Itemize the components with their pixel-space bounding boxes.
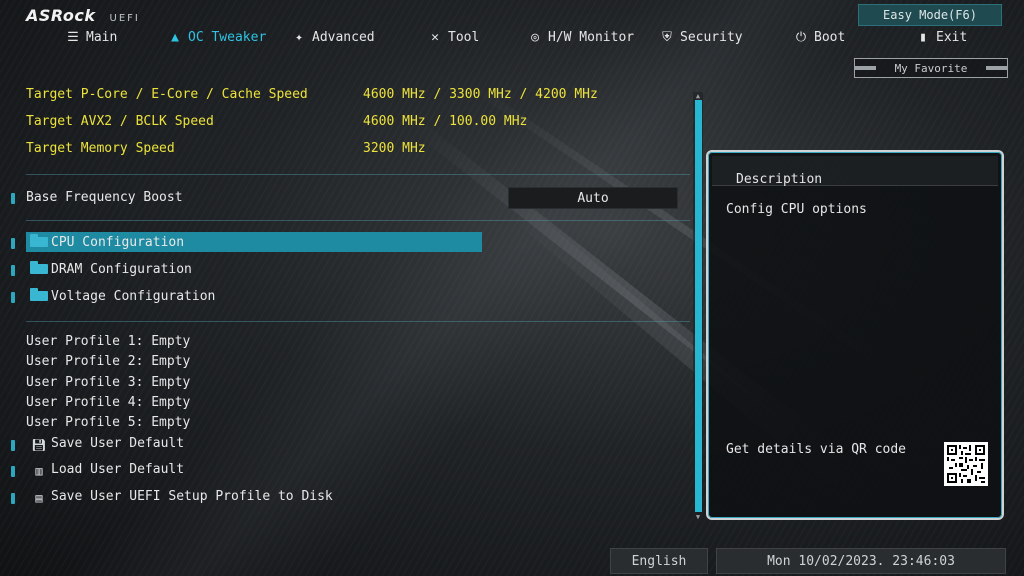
target-core-speed-value: 4600 MHz / 3300 MHz / 4200 MHz bbox=[363, 87, 598, 102]
tab-security[interactable]: ⛨ Security bbox=[660, 30, 743, 45]
tab-label: Exit bbox=[936, 30, 968, 45]
item-marker bbox=[11, 466, 15, 477]
separator bbox=[26, 174, 690, 175]
scrollbar-thumb[interactable] bbox=[695, 100, 702, 512]
separator bbox=[26, 321, 690, 322]
voltage-configuration-item[interactable]: Voltage Configuration bbox=[30, 288, 215, 304]
top-nav: ☰ Main ▲ OC Tweaker ✦ Advanced ✕ Tool ◎ … bbox=[0, 30, 1024, 52]
rocket-icon: ▲ bbox=[171, 29, 179, 45]
date-time-display: Mon 10/02/2023. 23:46:03 bbox=[716, 548, 1006, 574]
description-body: Config CPU options bbox=[726, 202, 867, 217]
item-marker bbox=[11, 493, 15, 504]
item-marker bbox=[11, 193, 15, 204]
dram-configuration-label: DRAM Configuration bbox=[51, 262, 192, 277]
folder-icon bbox=[30, 288, 48, 301]
qr-code-graphic bbox=[947, 445, 985, 483]
item-marker bbox=[11, 292, 15, 303]
folder-icon bbox=[30, 261, 48, 274]
qr-code-caption: Get details via QR code bbox=[726, 442, 907, 457]
my-favorite-button[interactable]: My Favorite bbox=[854, 58, 1008, 78]
user-profile-2: User Profile 2: Empty bbox=[26, 354, 191, 369]
voltage-configuration-label: Voltage Configuration bbox=[51, 289, 216, 304]
brand-name: ASRock bbox=[26, 6, 96, 25]
power-icon: ⏻ bbox=[795, 29, 807, 45]
language-button[interactable]: English bbox=[610, 548, 708, 574]
cpu-configuration-label: CPU Configuration bbox=[51, 235, 185, 250]
target-avx2-label: Target AVX2 / BCLK Speed bbox=[26, 114, 214, 129]
user-profile-1: User Profile 1: Empty bbox=[26, 334, 191, 349]
asrock-logo: ASRock UEFI bbox=[26, 6, 140, 25]
user-profile-4: User Profile 4: Empty bbox=[26, 395, 191, 410]
tab-boot[interactable]: ⏻ Boot bbox=[794, 30, 845, 45]
base-frequency-boost-select[interactable]: Auto bbox=[508, 187, 678, 209]
disk-save-icon: ▤ bbox=[35, 491, 43, 505]
tools-icon: ✕ bbox=[431, 29, 439, 45]
qr-code-image bbox=[944, 442, 988, 486]
favorite-tab-left bbox=[854, 66, 876, 70]
favorite-tab-right bbox=[986, 66, 1008, 70]
description-panel: Description Config CPU options Get detai… bbox=[706, 150, 1004, 520]
tab-label: Advanced bbox=[312, 30, 375, 45]
tab-label: Boot bbox=[814, 30, 846, 45]
tab-main[interactable]: ☰ Main bbox=[66, 30, 117, 45]
easy-mode-button[interactable]: Easy Mode(F6) bbox=[858, 4, 1002, 26]
dram-configuration-item[interactable]: DRAM Configuration bbox=[30, 261, 192, 277]
base-frequency-boost-label[interactable]: Base Frequency Boost bbox=[26, 190, 183, 205]
product-name: UEFI bbox=[109, 13, 140, 24]
tab-label: Security bbox=[680, 30, 743, 45]
cpu-configuration-item[interactable]: CPU Configuration bbox=[30, 234, 184, 250]
folder-icon bbox=[30, 234, 48, 247]
tab-label: Tool bbox=[448, 30, 480, 45]
tab-exit[interactable]: ▮ Exit bbox=[916, 30, 967, 45]
save-profile-to-disk-item[interactable]: ▤ Save User UEFI Setup Profile to Disk bbox=[30, 489, 333, 505]
save-user-default-item[interactable]: 💾︎ Save User Default bbox=[30, 436, 184, 452]
shield-icon: ⛨ bbox=[662, 29, 672, 45]
save-user-default-label: Save User Default bbox=[51, 436, 185, 451]
book-icon: ▥ bbox=[35, 464, 43, 478]
tab-label: OC Tweaker bbox=[188, 30, 267, 45]
tab-hw-monitor[interactable]: ◎ H/W Monitor bbox=[528, 30, 634, 45]
load-user-default-label: Load User Default bbox=[51, 462, 185, 477]
scroll-down-arrow-icon[interactable]: ▼ bbox=[693, 513, 703, 521]
favorite-label: My Favorite bbox=[894, 61, 968, 75]
target-memory-value: 3200 MHz bbox=[363, 141, 426, 156]
floppy-icon: 💾︎ bbox=[31, 438, 47, 452]
item-marker bbox=[11, 238, 15, 249]
target-memory-label: Target Memory Speed bbox=[26, 141, 175, 156]
target-avx2-value: 4600 MHz / 100.00 MHz bbox=[363, 114, 528, 129]
description-title: Description bbox=[736, 172, 823, 187]
separator bbox=[26, 220, 690, 221]
monitor-icon: ◎ bbox=[531, 29, 539, 45]
list-icon: ☰ bbox=[67, 29, 79, 45]
save-profile-to-disk-label: Save User UEFI Setup Profile to Disk bbox=[51, 489, 333, 504]
user-profile-5: User Profile 5: Empty bbox=[26, 415, 191, 430]
tab-label: Main bbox=[86, 30, 118, 45]
user-profile-3: User Profile 3: Empty bbox=[26, 375, 191, 390]
item-marker bbox=[11, 265, 15, 276]
star-icon: ✦ bbox=[295, 29, 303, 45]
item-marker bbox=[11, 440, 15, 451]
tab-advanced[interactable]: ✦ Advanced bbox=[292, 30, 375, 45]
scroll-up-arrow-icon[interactable]: ▲ bbox=[693, 92, 703, 100]
load-user-default-item[interactable]: ▥ Load User Default bbox=[30, 462, 184, 478]
target-core-speed-label: Target P-Core / E-Core / Cache Speed bbox=[26, 87, 308, 102]
tab-tool[interactable]: ✕ Tool bbox=[428, 30, 479, 45]
exit-icon: ▮ bbox=[919, 29, 927, 45]
tab-oc-tweaker[interactable]: ▲ OC Tweaker bbox=[168, 30, 266, 45]
tab-label: H/W Monitor bbox=[548, 30, 635, 45]
